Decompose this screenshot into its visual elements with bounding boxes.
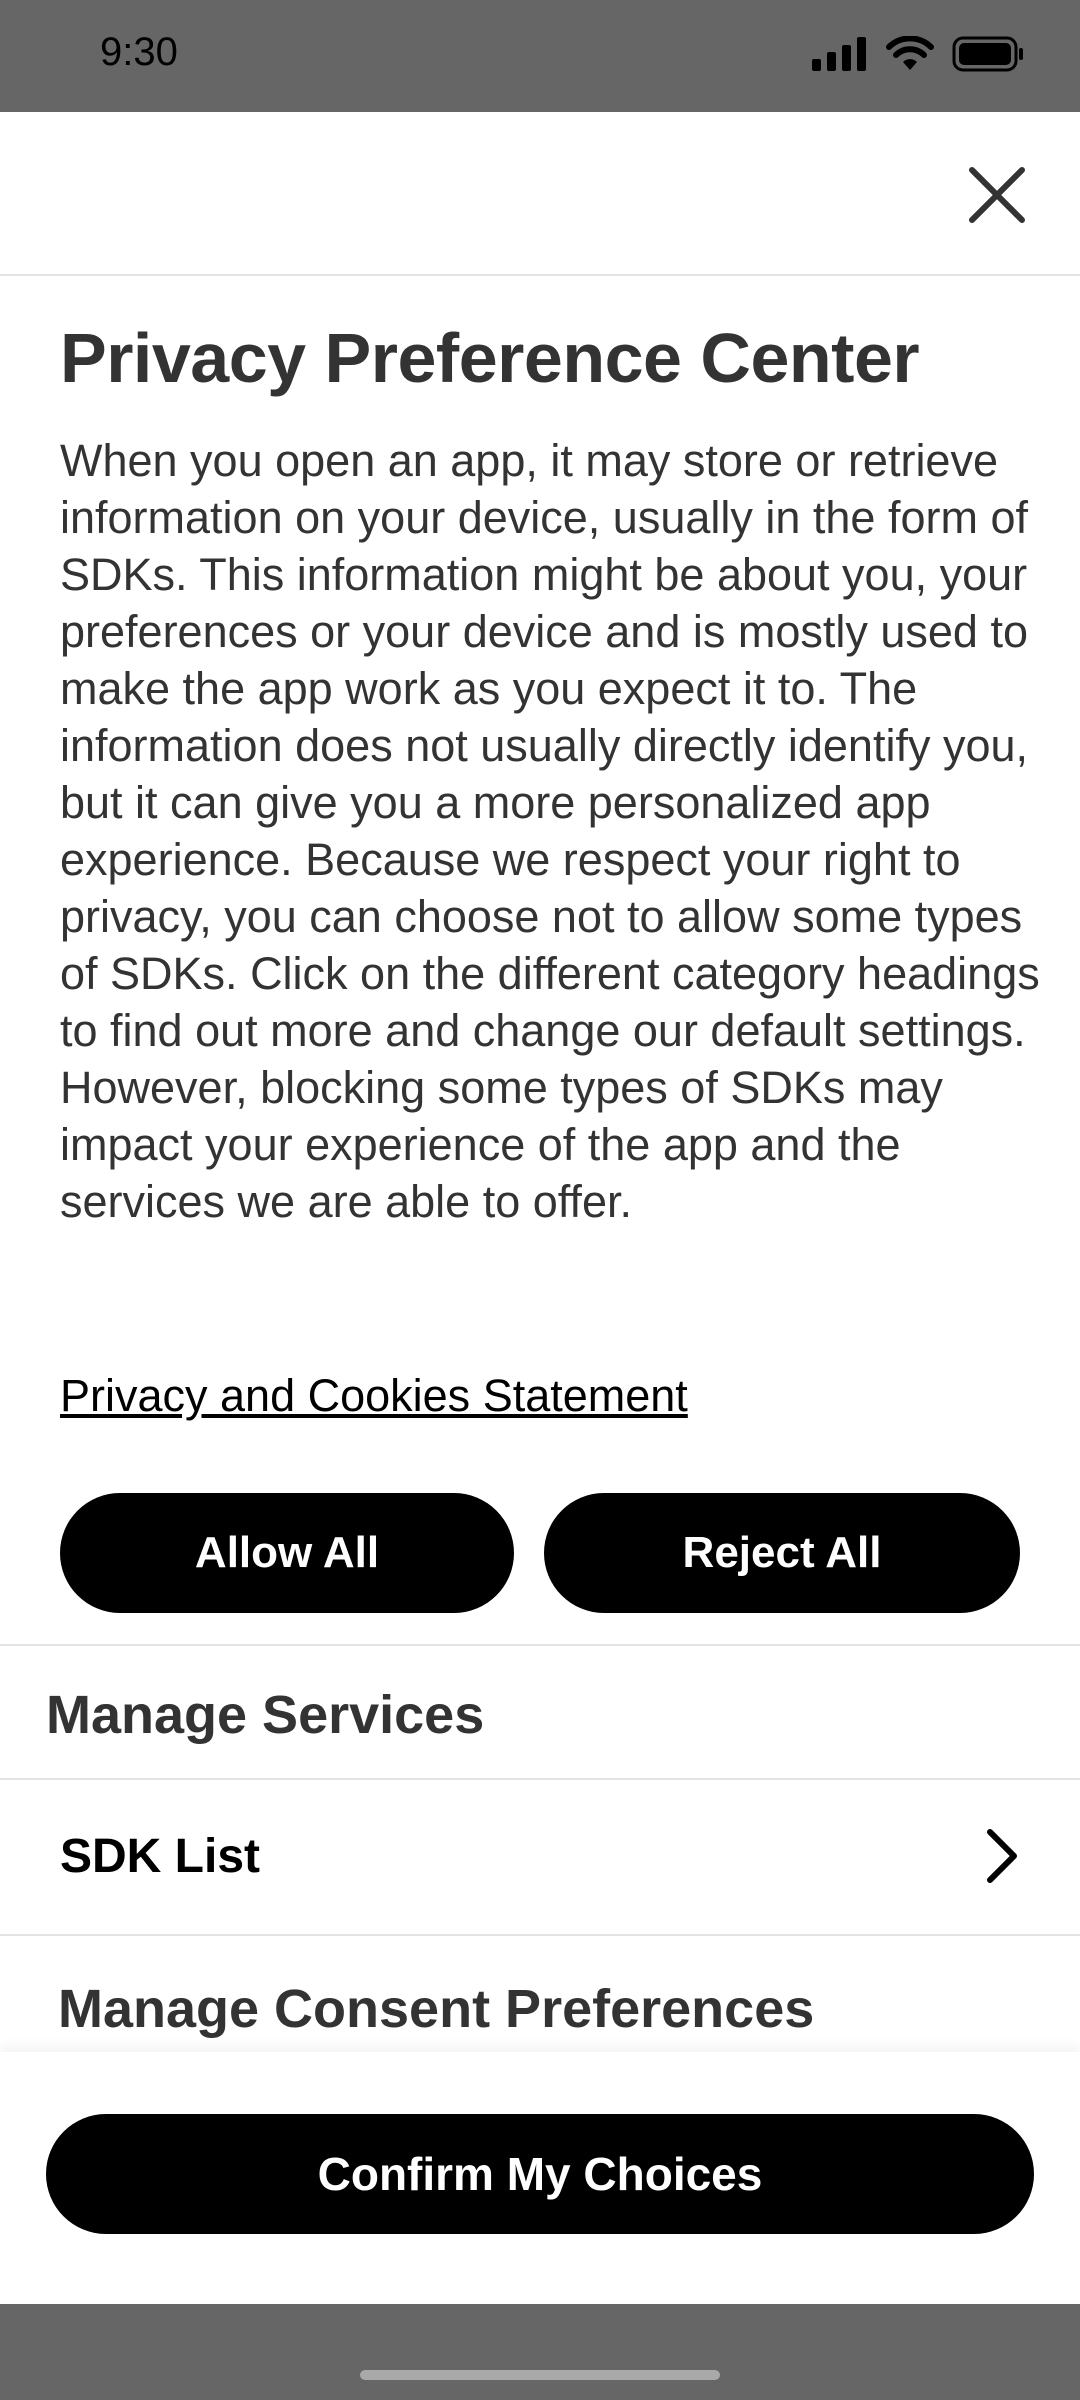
divider [0,1934,1080,1936]
status-icons [812,36,1024,72]
confirm-choices-button[interactable]: Confirm My Choices [46,2114,1034,2234]
status-bar: 9:30 [0,0,1080,112]
status-time: 9:30 [100,30,178,74]
privacy-sheet: Privacy Preference Center When you open … [0,112,1080,2304]
allow-all-button[interactable]: Allow All [60,1493,514,1613]
manage-consent-heading: Manage Consent Preferences [58,1979,815,2039]
manage-services-heading: Manage Services [46,1685,485,1745]
footer: Confirm My Choices [0,2052,1080,2304]
sdk-list-row[interactable]: SDK List [0,1778,1080,1934]
page-title: Privacy Preference Center [60,319,920,397]
sdk-list-label: SDK List [60,1829,261,1883]
signal-icon [812,37,866,71]
battery-icon [952,36,1023,72]
home-indicator[interactable] [360,2370,720,2380]
sheet-header [0,112,1080,276]
privacy-cookies-link[interactable]: Privacy and Cookies Statement [60,1370,688,1422]
wifi-icon [886,36,934,70]
chevron-right-icon [987,1829,1017,1883]
divider [0,1644,1080,1646]
privacy-description: When you open an app, it may store or re… [60,435,1040,1227]
close-button[interactable] [964,162,1030,228]
reject-all-button[interactable]: Reject All [544,1493,1020,1613]
close-icon [969,167,1025,223]
